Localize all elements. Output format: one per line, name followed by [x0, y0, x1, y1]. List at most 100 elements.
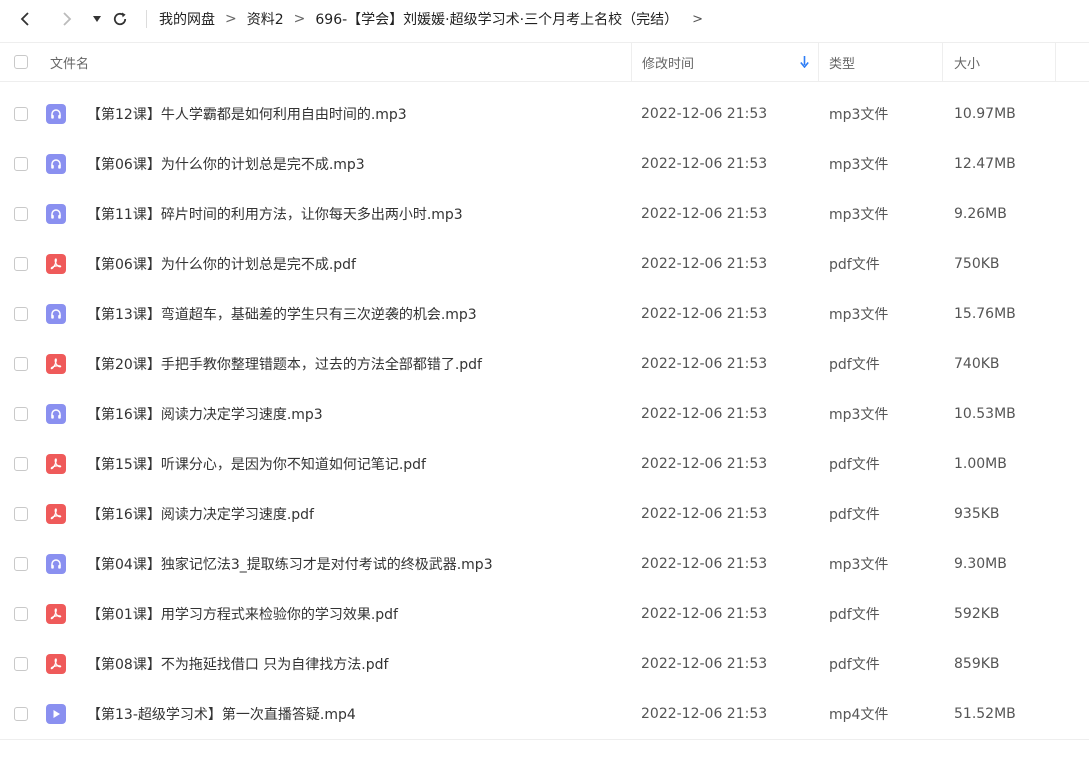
file-modified-time: 2022-12-06 21:53	[641, 306, 768, 322]
pdf-icon	[46, 454, 66, 474]
file-row[interactable]: 【第12课】牛人学霸都是如何利用自由时间的.mp3 2022-12-06 21:…	[0, 89, 1089, 139]
file-row[interactable]: 【第06课】为什么你的计划总是完不成.pdf 2022-12-06 21:53 …	[0, 239, 1089, 289]
file-name[interactable]: 【第11课】碎片时间的利用方法，让你每天多出两小时.mp3	[87, 189, 463, 239]
file-row[interactable]: 【第08课】不为拖延找借口 只为自律找方法.pdf 2022-12-06 21:…	[0, 639, 1089, 689]
file-name[interactable]: 【第13-超级学习术】第一次直播答疑.mp4	[87, 689, 356, 739]
file-modified-time: 2022-12-06 21:53	[641, 656, 768, 672]
file-modified-time: 2022-12-06 21:53	[641, 456, 768, 472]
file-name[interactable]: 【第20课】手把手教你整理错题本，过去的方法全部都错了.pdf	[87, 339, 482, 389]
file-modified-time: 2022-12-06 21:53	[641, 156, 768, 172]
column-header-type-label: 类型	[829, 56, 856, 72]
file-name[interactable]: 【第15课】听课分心，是因为你不知道如何记笔记.pdf	[87, 439, 426, 489]
file-type: pdf文件	[829, 457, 880, 473]
headphones-icon	[46, 404, 66, 424]
column-header-size[interactable]: 大小	[954, 43, 980, 81]
back-button[interactable]	[10, 0, 40, 38]
file-type: pdf文件	[829, 607, 880, 623]
file-name[interactable]: 【第06课】为什么你的计划总是完不成.mp3	[87, 139, 365, 189]
row-select-cell	[14, 289, 28, 339]
file-row[interactable]: 【第06课】为什么你的计划总是完不成.mp3 2022-12-06 21:53 …	[0, 139, 1089, 189]
row-select-cell	[14, 689, 28, 739]
video-play-icon	[46, 704, 66, 724]
headphones-icon	[46, 104, 66, 124]
file-row[interactable]: 【第01课】用学习方程式来检验你的学习效果.pdf 2022-12-06 21:…	[0, 589, 1089, 639]
column-divider[interactable]	[631, 43, 632, 81]
row-checkbox[interactable]	[14, 107, 28, 121]
row-select-cell	[14, 339, 28, 389]
arrow-down-icon	[800, 56, 809, 68]
column-divider[interactable]	[942, 43, 943, 81]
file-row[interactable]: 【第04课】独家记忆法3_提取练习才是对付考试的终极武器.mp3 2022-12…	[0, 539, 1089, 589]
history-dropdown-button[interactable]	[88, 0, 106, 38]
breadcrumb-expand-icon[interactable]: >	[692, 12, 703, 27]
file-type: mp3文件	[829, 307, 889, 323]
row-checkbox[interactable]	[14, 307, 28, 321]
file-name[interactable]: 【第13课】弯道超车，基础差的学生只有三次逆袭的机会.mp3	[87, 289, 477, 339]
chevron-right-icon	[63, 12, 72, 26]
breadcrumb-current-folder[interactable]: 696-【学会】刘媛媛·超级学习术·三个月考上名校（完结）	[315, 9, 678, 29]
row-checkbox[interactable]	[14, 657, 28, 671]
row-select-cell	[14, 239, 28, 289]
row-checkbox[interactable]	[14, 707, 28, 721]
file-row[interactable]: 【第15课】听课分心，是因为你不知道如何记笔记.pdf 2022-12-06 2…	[0, 439, 1089, 489]
file-row[interactable]: 【第13课】弯道超车，基础差的学生只有三次逆袭的机会.mp3 2022-12-0…	[0, 289, 1089, 339]
file-name[interactable]: 【第04课】独家记忆法3_提取练习才是对付考试的终极武器.mp3	[87, 539, 493, 589]
file-size: 592KB	[954, 606, 1000, 622]
headphones-icon	[51, 409, 61, 419]
file-icon-cell	[46, 239, 66, 289]
file-icon-cell	[46, 89, 66, 139]
sort-descending-icon[interactable]	[800, 43, 809, 81]
forward-button[interactable]	[52, 0, 82, 38]
file-row[interactable]: 【第16课】阅读力决定学习速度.mp3 2022-12-06 21:53 mp3…	[0, 389, 1089, 439]
breadcrumb-root[interactable]: 我的网盘	[159, 9, 215, 29]
chevron-left-icon	[20, 12, 29, 26]
file-size: 9.26MB	[954, 206, 1007, 222]
row-checkbox[interactable]	[14, 457, 28, 471]
column-header-modified[interactable]: 修改时间	[642, 43, 694, 81]
row-checkbox[interactable]	[14, 407, 28, 421]
file-size: 10.53MB	[954, 406, 1016, 422]
file-row[interactable]: 【第20课】手把手教你整理错题本，过去的方法全部都错了.pdf 2022-12-…	[0, 339, 1089, 389]
file-icon-cell	[46, 339, 66, 389]
list-bottom-border	[0, 739, 1089, 740]
file-icon-cell	[46, 539, 66, 589]
breadcrumb-folder[interactable]: 资料2	[247, 9, 284, 29]
refresh-icon	[113, 12, 127, 26]
file-row[interactable]: 【第16课】阅读力决定学习速度.pdf 2022-12-06 21:53 pdf…	[0, 489, 1089, 539]
column-header-name[interactable]: 文件名	[50, 43, 89, 81]
refresh-button[interactable]	[108, 0, 132, 38]
row-select-cell	[14, 389, 28, 439]
row-select-cell	[14, 139, 28, 189]
row-checkbox[interactable]	[14, 157, 28, 171]
row-checkbox[interactable]	[14, 557, 28, 571]
file-type: mp3文件	[829, 157, 889, 173]
file-name[interactable]: 【第16课】阅读力决定学习速度.mp3	[87, 389, 323, 439]
row-checkbox[interactable]	[14, 207, 28, 221]
file-name[interactable]: 【第12课】牛人学霸都是如何利用自由时间的.mp3	[87, 89, 407, 139]
navigation-bar: 我的网盘 > 资料2 > 696-【学会】刘媛媛·超级学习术·三个月考上名校（完…	[0, 0, 1089, 38]
file-type: mp4文件	[829, 707, 889, 723]
file-icon-cell	[46, 439, 66, 489]
file-row[interactable]: 【第13-超级学习术】第一次直播答疑.mp4 2022-12-06 21:53 …	[0, 689, 1089, 739]
row-checkbox[interactable]	[14, 357, 28, 371]
file-name[interactable]: 【第16课】阅读力决定学习速度.pdf	[87, 489, 314, 539]
file-type: pdf文件	[829, 657, 880, 673]
row-checkbox[interactable]	[14, 607, 28, 621]
file-modified-time: 2022-12-06 21:53	[641, 556, 768, 572]
file-name[interactable]: 【第08课】不为拖延找借口 只为自律找方法.pdf	[87, 639, 388, 689]
file-size: 10.97MB	[954, 106, 1016, 122]
row-checkbox[interactable]	[14, 507, 28, 521]
file-name[interactable]: 【第01课】用学习方程式来检验你的学习效果.pdf	[87, 589, 398, 639]
row-select-cell	[14, 439, 28, 489]
caret-down-icon	[93, 16, 101, 22]
file-name[interactable]: 【第06课】为什么你的计划总是完不成.pdf	[87, 239, 356, 289]
file-modified-time: 2022-12-06 21:53	[641, 606, 768, 622]
file-list-header: 文件名 修改时间 类型 大小	[0, 42, 1089, 82]
column-header-name-label: 文件名	[50, 56, 90, 72]
file-row[interactable]: 【第11课】碎片时间的利用方法，让你每天多出两小时.mp3 2022-12-06…	[0, 189, 1089, 239]
select-all-checkbox[interactable]	[14, 55, 28, 69]
row-checkbox[interactable]	[14, 257, 28, 271]
column-divider[interactable]	[1055, 43, 1056, 81]
column-divider[interactable]	[818, 43, 819, 81]
column-header-type[interactable]: 类型	[829, 43, 855, 81]
